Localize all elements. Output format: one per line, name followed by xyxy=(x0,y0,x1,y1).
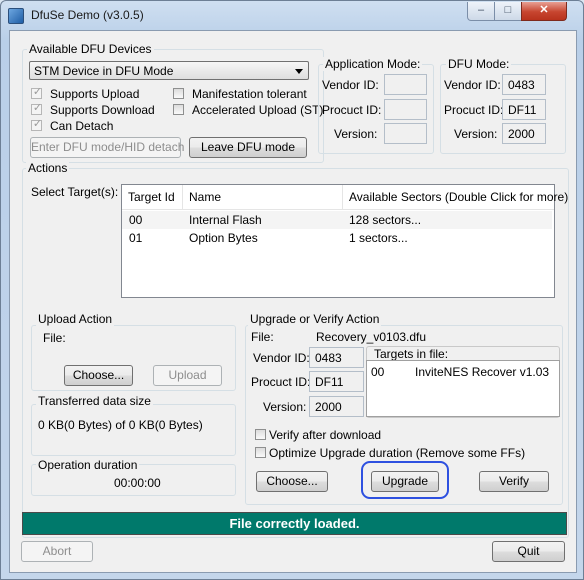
can-detach-label: Can Detach xyxy=(50,119,114,133)
supports-upload-label: Supports Upload xyxy=(50,87,140,101)
optimize-upgrade-checkbox[interactable] xyxy=(255,447,266,458)
targets-in-file-list[interactable]: 00 InviteNES Recover v1.03 xyxy=(366,360,560,417)
status-bar: File correctly loaded. xyxy=(22,512,567,535)
app-version-field xyxy=(384,123,427,144)
device-select-value: STM Device in DFU Mode xyxy=(34,64,174,78)
upgrade-button[interactable]: Upgrade xyxy=(371,471,439,492)
optimize-upgrade-label: Optimize Upgrade duration (Remove some F… xyxy=(269,446,526,460)
application-mode-title: Application Mode: xyxy=(323,57,423,71)
upgrade-group-title: Upgrade or Verify Action xyxy=(248,312,382,326)
target-id-cell: 01 xyxy=(129,231,143,245)
upload-group-title: Upload Action xyxy=(36,312,115,326)
table-row[interactable]: 00 Internal Flash 128 sectors... xyxy=(122,211,552,229)
leave-dfu-button[interactable]: Leave DFU mode xyxy=(189,137,307,158)
minimize-button[interactable]: – xyxy=(467,2,495,21)
upgrade-procuct-label: Procuct ID: xyxy=(251,375,311,389)
upload-choose-button[interactable]: Choose... xyxy=(64,365,133,386)
can-detach-checkbox[interactable]: ✓ xyxy=(31,118,43,131)
transfer-value: 0 KB(0 Bytes) of 0 KB(0 Bytes) xyxy=(38,418,203,432)
upload-file-label: File: xyxy=(43,331,66,345)
target-name-cell: Option Bytes xyxy=(189,231,258,245)
file-target-name: InviteNES Recover v1.03 xyxy=(415,365,550,379)
verify-after-download-checkbox[interactable] xyxy=(255,429,266,440)
target-name-cell: Internal Flash xyxy=(189,213,262,227)
check-icon: ✓ xyxy=(32,102,43,114)
devices-group-title: Available DFU Devices xyxy=(27,42,154,56)
close-button[interactable]: ✕ xyxy=(521,2,567,21)
transfer-group-title: Transferred data size xyxy=(36,394,153,408)
title-bar: DfuSe Demo (v3.0.5) – □ ✕ xyxy=(1,1,583,29)
column-target-id[interactable]: Target Id xyxy=(122,185,183,209)
maximize-button[interactable]: □ xyxy=(494,2,522,21)
verify-button[interactable]: Verify xyxy=(479,471,549,492)
verify-after-download-label: Verify after download xyxy=(269,428,382,442)
app-icon xyxy=(8,8,24,24)
dfu-procuct-label: Procuct ID: xyxy=(444,103,504,117)
app-procuct-label: Procuct ID: xyxy=(322,103,382,117)
upgrade-vendor-field: 0483 xyxy=(309,347,364,368)
app-vendor-field xyxy=(384,74,427,95)
enter-dfu-button[interactable]: Enter DFU mode/HID detach xyxy=(30,137,184,158)
list-item[interactable]: 00 InviteNES Recover v1.03 xyxy=(367,363,557,381)
manifestation-tolerant-checkbox[interactable] xyxy=(173,88,184,99)
supports-upload-checkbox[interactable]: ✓ xyxy=(31,86,43,99)
check-icon: ✓ xyxy=(32,86,43,98)
app-vendor-label: Vendor ID: xyxy=(322,78,379,92)
table-row[interactable]: 01 Option Bytes 1 sectors... xyxy=(122,229,552,247)
app-version-label: Version: xyxy=(334,127,378,141)
check-icon: ✓ xyxy=(32,118,43,130)
upload-button[interactable]: Upload xyxy=(153,365,222,386)
file-target-id: 00 xyxy=(371,365,385,379)
dfu-procuct-field: DF11 xyxy=(502,99,546,120)
select-targets-label: Select Target(s): xyxy=(31,185,119,199)
dfu-version-label: Version: xyxy=(454,127,498,141)
targets-in-file-label: Targets in file: xyxy=(372,347,451,361)
dfu-vendor-label: Vendor ID: xyxy=(444,78,501,92)
column-sectors[interactable]: Available Sectors (Double Click for more… xyxy=(343,185,568,209)
upgrade-version-label: Version: xyxy=(263,400,307,414)
device-select[interactable]: STM Device in DFU Mode xyxy=(29,61,309,80)
app-procuct-field xyxy=(384,99,427,120)
upgrade-file-label: File: xyxy=(251,330,274,344)
upgrade-version-field: 2000 xyxy=(309,396,364,417)
target-id-cell: 00 xyxy=(129,213,143,227)
dfu-version-field: 2000 xyxy=(502,123,546,144)
upgrade-choose-button[interactable]: Choose... xyxy=(256,471,328,492)
duration-value: 00:00:00 xyxy=(114,476,161,490)
dfuse-window: DfuSe Demo (v3.0.5) – □ ✕ Available DFU … xyxy=(0,0,584,580)
supports-download-label: Supports Download xyxy=(50,103,155,117)
accelerated-upload-label: Accelerated Upload (ST) xyxy=(192,103,324,117)
column-name[interactable]: Name xyxy=(183,185,343,209)
window-title: DfuSe Demo (v3.0.5) xyxy=(31,8,144,22)
targets-list-header: Target Id Name Available Sectors (Double… xyxy=(122,185,568,210)
dfu-mode-title: DFU Mode: xyxy=(446,57,512,71)
dfu-vendor-field: 0483 xyxy=(502,74,546,95)
upgrade-vendor-label: Vendor ID: xyxy=(253,351,310,365)
quit-button[interactable]: Quit xyxy=(492,541,565,562)
duration-group-title: Operation duration xyxy=(36,458,140,472)
upgrade-procuct-field: DF11 xyxy=(309,371,364,392)
target-sectors-cell: 1 sectors... xyxy=(349,231,408,245)
client-area: Available DFU Devices STM Device in DFU … xyxy=(9,30,577,573)
supports-download-checkbox[interactable]: ✓ xyxy=(31,102,43,115)
target-sectors-cell: 128 sectors... xyxy=(349,213,422,227)
targets-list[interactable]: Target Id Name Available Sectors (Double… xyxy=(121,184,568,298)
upgrade-file-value: Recovery_v0103.dfu xyxy=(316,330,427,344)
abort-button[interactable]: Abort xyxy=(21,541,93,562)
actions-group-title: Actions xyxy=(26,161,70,175)
manifestation-tolerant-label: Manifestation tolerant xyxy=(192,87,307,101)
chevron-down-icon xyxy=(295,69,303,74)
accelerated-upload-checkbox[interactable] xyxy=(173,104,184,115)
